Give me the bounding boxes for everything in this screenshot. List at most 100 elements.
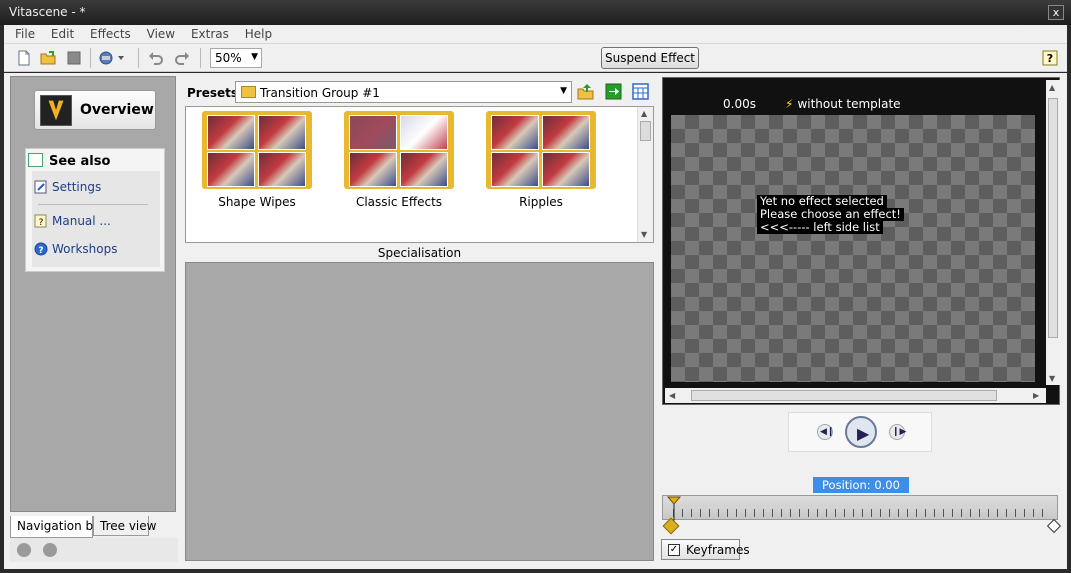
redo-icon[interactable] [174, 50, 190, 66]
scrollbar-thumb[interactable] [640, 121, 651, 141]
playhead-marker-icon[interactable] [667, 496, 681, 521]
menu-file[interactable]: File [9, 25, 41, 41]
preset-thumbnail [542, 152, 590, 187]
preset-thumbnail [400, 115, 448, 150]
scroll-left-icon[interactable]: ◀ [669, 391, 675, 400]
keyframes-checkbox[interactable]: ✓ [668, 544, 680, 556]
menu-effects[interactable]: Effects [84, 25, 137, 41]
preset-thumbnail [349, 152, 397, 187]
chevron-down-icon: ▼ [560, 86, 567, 96]
chevron-down-icon: ▼ [251, 52, 258, 62]
playback-controls: ◀❙ ▶ ❙▶ [788, 412, 932, 452]
status-dot [17, 543, 31, 557]
manual-icon: ? [34, 214, 47, 228]
links-divider [38, 204, 148, 205]
navigation-pane: Overview See also Settings ? Manual ... … [10, 76, 176, 512]
preset-thumbnail [258, 115, 306, 150]
preview-vertical-scrollbar[interactable]: ▲ ▼ [1046, 80, 1060, 385]
calendar-icon [28, 153, 43, 167]
settings-link[interactable]: Settings [34, 180, 102, 194]
see-also-panel: See also Settings ? Manual ... ? Worksho… [25, 148, 165, 272]
scroll-up-icon[interactable]: ▲ [1049, 83, 1055, 92]
preset-group-value: Transition Group #1 [260, 86, 380, 100]
scroll-right-icon[interactable]: ▶ [1033, 391, 1039, 400]
preset-group-select[interactable]: Transition Group #1 ▼ [235, 81, 572, 103]
new-file-icon[interactable] [16, 50, 32, 66]
settings-link-label: Settings [52, 180, 102, 194]
apply-arrow-icon[interactable] [605, 83, 622, 100]
next-frame-button[interactable]: ❙▶ [889, 424, 907, 440]
keyframes-label: Keyframes [686, 543, 750, 557]
previous-frame-button[interactable]: ◀❙ [817, 424, 834, 440]
preview-horizontal-scrollbar[interactable]: ◀ ▶ [665, 388, 1046, 403]
step-forward-icon: ❙▶ [892, 427, 907, 437]
scroll-down-icon[interactable]: ▼ [1049, 374, 1055, 383]
preset-thumbnail [258, 152, 306, 187]
render-dropdown-icon[interactable] [98, 50, 126, 66]
help-circle-icon: ? [34, 242, 48, 256]
zoom-value: 50% [215, 51, 242, 65]
overview-label: Overview [80, 102, 154, 118]
open-folder-icon[interactable] [40, 50, 56, 66]
toolbar-separator [200, 48, 201, 68]
tab-tree-view[interactable]: Tree view [93, 516, 156, 536]
menu-extras[interactable]: Extras [185, 25, 235, 41]
preset-thumbnail [207, 152, 255, 187]
overview-button[interactable]: Overview [34, 90, 156, 130]
preset-shape-wipes[interactable]: Shape Wipes [202, 111, 312, 211]
scroll-up-icon[interactable]: ▲ [641, 109, 647, 118]
see-also-header: See also [28, 153, 110, 169]
undo-icon[interactable] [148, 50, 164, 66]
menu-help[interactable]: Help [239, 25, 278, 41]
context-help-icon[interactable]: ? [1041, 49, 1059, 67]
close-button[interactable]: x [1048, 5, 1064, 20]
svg-text:?: ? [38, 246, 43, 256]
folder-icon [241, 86, 256, 98]
preset-list: Shape Wipes Classic Effects Ripples ▲ ▼ [185, 106, 654, 243]
preset-label: Ripples [519, 195, 563, 209]
scroll-down-icon[interactable]: ▼ [641, 230, 647, 239]
preset-thumbnail [542, 115, 590, 150]
manual-link-label: Manual ... [52, 214, 111, 228]
see-also-links: Settings ? Manual ... ? Workshops [32, 171, 160, 267]
stop-icon[interactable] [66, 50, 82, 66]
status-indicators [10, 538, 178, 562]
preset-thumbnail [491, 152, 539, 187]
presets-label: Presets [187, 86, 239, 100]
preset-label: Shape Wipes [218, 195, 296, 209]
title-bar: Vitascene - * x [0, 0, 1071, 25]
manual-link[interactable]: ? Manual ... [34, 214, 111, 228]
scrollbar-thumb[interactable] [691, 390, 997, 401]
keyframes-toggle[interactable]: ✓ Keyframes [661, 539, 750, 560]
menu-bar: File Edit Effects View Extras Help [4, 25, 1067, 44]
settings-icon [34, 180, 47, 194]
preview-time: 0.00s [723, 97, 756, 111]
specialisation-panel [185, 262, 654, 561]
preset-list-scrollbar[interactable]: ▲ ▼ [637, 107, 653, 242]
suspend-effect-button[interactable]: Suspend Effect [601, 47, 699, 69]
message-line: <<<----- left side list [757, 221, 883, 234]
play-icon: ▶ [857, 424, 870, 443]
see-also-title: See also [49, 154, 111, 169]
workshops-link[interactable]: ? Workshops [34, 242, 118, 256]
preset-ripples[interactable]: Ripples [486, 111, 596, 211]
folder-up-icon[interactable] [577, 83, 594, 100]
template-label: without template [797, 97, 901, 111]
svg-text:?: ? [39, 218, 44, 228]
tab-navigation-bar[interactable]: Navigation bar [10, 516, 105, 538]
workshops-link-label: Workshops [52, 242, 118, 256]
zoom-select[interactable]: 50% ▼ [210, 48, 262, 68]
presets-bar: Presets Transition Group #1 ▼ [185, 80, 655, 104]
play-button[interactable]: ▶ [845, 416, 877, 448]
menu-edit[interactable]: Edit [45, 25, 80, 41]
svg-text:?: ? [1047, 52, 1053, 65]
preset-classic-effects[interactable]: Classic Effects [344, 111, 454, 211]
timeline-ruler[interactable] [662, 495, 1058, 521]
preset-thumbnail [491, 115, 539, 150]
menu-view[interactable]: View [141, 25, 181, 41]
grid-view-icon[interactable] [632, 83, 649, 100]
preview-panel: 0.00s ⚡ without template Yet no effect se… [662, 77, 1060, 405]
specialisation-label: Specialisation [377, 246, 462, 260]
scrollbar-thumb[interactable] [1048, 98, 1058, 338]
position-readout: Position: 0.00 sec. [813, 477, 909, 508]
